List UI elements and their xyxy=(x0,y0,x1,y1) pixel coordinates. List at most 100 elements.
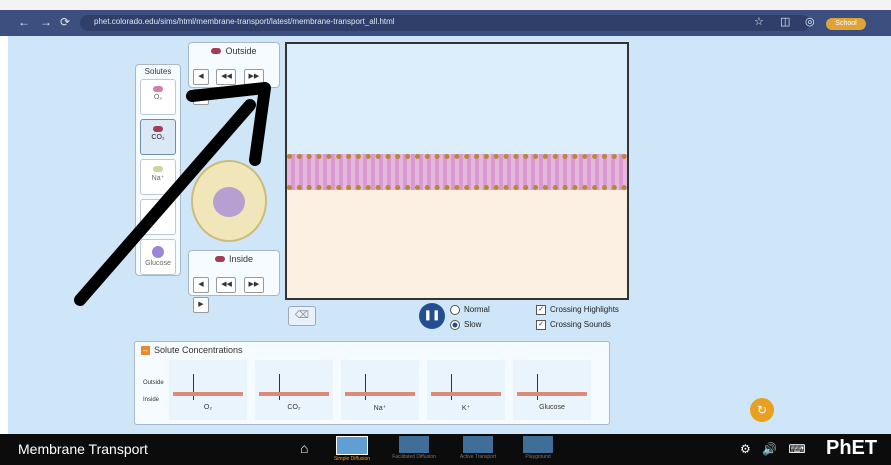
crossing-sounds-checkbox[interactable]: ✓ Crossing Sounds xyxy=(536,320,611,330)
checkbox-box: ✓ xyxy=(536,320,546,330)
screen-active-transport[interactable]: Active Transport xyxy=(456,436,500,463)
app-title: Membrane Transport xyxy=(18,441,148,457)
inside-add-button[interactable]: ▶ xyxy=(193,297,209,313)
reload-icon[interactable]: ⟳ xyxy=(60,15,70,29)
radio-circle xyxy=(450,305,460,315)
speed-normal-radio[interactable]: Normal xyxy=(450,305,490,315)
screen-simple-diffusion[interactable]: Simple Diffusion xyxy=(330,436,374,463)
inside-label: Inside xyxy=(143,397,160,403)
concentrations-title: Solute Concentrations xyxy=(154,345,243,355)
screen-label: Playground xyxy=(525,454,551,460)
concentration-label: K⁺ xyxy=(461,405,471,412)
phet-logo[interactable]: PhET xyxy=(826,437,877,460)
inside-title: Inside xyxy=(189,254,279,264)
concentration-label: Na⁺ xyxy=(373,405,387,412)
outside-remove-many-button[interactable]: ◀◀ xyxy=(216,69,237,85)
screen-facilitated-diffusion[interactable]: Facilitated Diffusion xyxy=(392,436,436,463)
outside-region xyxy=(287,44,627,154)
cell-illustration xyxy=(191,160,267,242)
screen-playground[interactable]: Playground xyxy=(516,436,560,463)
screen-thumbnail xyxy=(399,436,429,453)
inside-controls: ◀ ◀◀ ▶▶ ▶ xyxy=(193,273,277,313)
profile-badge[interactable]: School xyxy=(826,18,866,30)
inside-panel: Inside ◀ ◀◀ ▶▶ ▶ xyxy=(188,250,280,313)
concentration-co2: CO₂ xyxy=(255,360,333,420)
outside-add-button[interactable]: ▶ xyxy=(193,89,209,105)
eraser-button[interactable]: ⌫ xyxy=(288,306,316,326)
na-icon xyxy=(153,166,163,172)
screen-thumbnail xyxy=(463,436,493,453)
solute-glucose-button[interactable]: Glucose xyxy=(140,239,176,275)
inside-add-many-button[interactable]: ▶▶ xyxy=(243,277,264,293)
concentrations-header[interactable]: – Solute Concentrations xyxy=(141,345,243,355)
radio-circle xyxy=(450,320,460,330)
checkbox-label: Crossing Highlights xyxy=(550,305,619,315)
concentration-bar xyxy=(431,392,501,396)
concentration-marker xyxy=(537,374,538,400)
address-bar[interactable]: phet.colorado.edu/sims/html/membrane-tra… xyxy=(80,15,810,31)
membrane-view[interactable] xyxy=(285,42,629,300)
home-icon[interactable]: ⌂ xyxy=(300,440,308,456)
concentration-label: CO₂ xyxy=(287,404,301,411)
concentration-k: K⁺ xyxy=(427,360,505,420)
concentration-na: Na⁺ xyxy=(341,360,419,420)
collapse-icon[interactable]: – xyxy=(141,346,150,355)
outside-label: Outside xyxy=(143,380,164,386)
screen-label: Active Transport xyxy=(459,454,497,460)
speed-slow-radio[interactable]: Slow xyxy=(450,320,481,330)
concentration-label: O₂ xyxy=(203,404,213,411)
concentration-label: Glucose xyxy=(539,404,565,411)
sound-icon[interactable]: 🔊 xyxy=(762,442,777,456)
concentration-marker xyxy=(451,374,452,400)
solutes-panel: Solutes O₂ CO₂ Na⁺ Glucose xyxy=(135,64,181,276)
solute-label: CO₂ xyxy=(151,134,165,141)
navigation-bar: Membrane Transport ⌂ Simple Diffusion Fa… xyxy=(0,434,891,465)
outside-controls: ◀ ◀◀ ▶▶ ▶ xyxy=(193,65,277,105)
concentration-bar xyxy=(259,392,329,396)
bottom-icons: ⚙ 🔊 ⌨ xyxy=(740,442,806,456)
solute-co2-button[interactable]: CO₂ xyxy=(140,119,176,155)
inside-clear-button[interactable]: ◀ xyxy=(193,277,209,293)
outside-panel: Outside ◀ ◀◀ ▶▶ ▶ xyxy=(188,42,280,105)
back-icon[interactable]: ← xyxy=(18,15,30,29)
concentration-marker xyxy=(279,374,280,400)
concentration-bar xyxy=(345,392,415,396)
screen-thumbnail xyxy=(523,436,553,453)
concentration-glucose: Glucose xyxy=(513,360,591,420)
o2-icon xyxy=(153,86,163,92)
settings-icon[interactable]: ⚙ xyxy=(740,442,751,456)
checkbox-box: ✓ xyxy=(536,305,546,315)
cell-nucleus xyxy=(213,187,245,217)
cell-membrane xyxy=(287,154,627,190)
radio-label: Slow xyxy=(464,320,482,330)
outside-add-many-button[interactable]: ▶▶ xyxy=(243,69,264,85)
extension-icon[interactable]: ◫ xyxy=(780,15,790,28)
co2-icon xyxy=(153,126,163,132)
inside-title-text: Inside xyxy=(228,254,254,264)
window-top-strip xyxy=(0,0,891,10)
inside-remove-many-button[interactable]: ◀◀ xyxy=(216,277,237,293)
pause-button[interactable]: ❚❚ xyxy=(419,303,445,329)
crossing-highlights-checkbox[interactable]: ✓ Crossing Highlights xyxy=(536,305,619,315)
screen-label: Facilitated Diffusion xyxy=(392,454,436,460)
reset-all-button[interactable]: ↻ xyxy=(750,398,774,422)
screen-thumbnail xyxy=(336,436,368,455)
concentration-o2: O₂ xyxy=(169,360,247,420)
star-icon[interactable]: ☆ xyxy=(754,15,764,28)
url-text: phet.colorado.edu/sims/html/membrane-tra… xyxy=(94,17,395,26)
browser-toolbar: ← → ⟳ phet.colorado.edu/sims/html/membra… xyxy=(0,10,891,36)
solute-na-button[interactable]: Na⁺ xyxy=(140,159,176,195)
simulation-area: Solutes O₂ CO₂ Na⁺ Glucose Outside ◀ ◀◀ … xyxy=(8,36,891,434)
radio-label: Normal xyxy=(464,305,490,315)
solute-label: O₂ xyxy=(153,94,163,101)
outside-clear-button[interactable]: ◀ xyxy=(193,69,209,85)
solute-empty-button[interactable] xyxy=(140,199,176,235)
solute-concentrations-panel: – Solute Concentrations Outside Inside O₂… xyxy=(134,341,610,425)
solutes-title: Solutes xyxy=(144,67,172,76)
solute-o2-button[interactable]: O₂ xyxy=(140,79,176,115)
forward-icon[interactable]: → xyxy=(40,15,52,29)
concentration-bar xyxy=(517,392,587,396)
glucose-icon xyxy=(152,246,164,258)
keyboard-icon[interactable]: ⌨ xyxy=(788,442,805,456)
profile-menu-icon[interactable]: ◎ xyxy=(805,15,815,28)
